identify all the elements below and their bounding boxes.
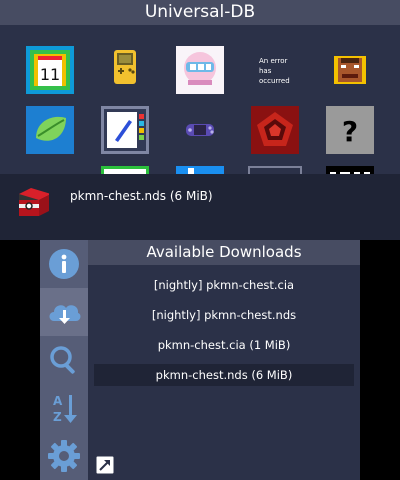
sidebar-item-info[interactable]	[40, 240, 88, 288]
download-item[interactable]: [nightly] pkmn-chest.nds	[94, 304, 354, 326]
selected-app-caption: pkmn-chest.nds (6 MiB)	[70, 189, 213, 203]
sidebar: A Z	[40, 240, 88, 480]
app-tile-calendar[interactable]: 11	[26, 46, 74, 94]
svg-text:Z: Z	[53, 410, 62, 424]
external-link-icon	[96, 456, 114, 474]
cloud-download-icon	[49, 305, 81, 324]
external-link-button[interactable]	[96, 456, 114, 474]
question-mark: ?	[342, 115, 358, 148]
calendar-number: 11	[40, 65, 60, 84]
sidebar-item-settings[interactable]	[40, 432, 88, 480]
green-border-icon	[101, 166, 149, 174]
gear-icon	[48, 440, 80, 472]
app-tile-leaf[interactable]	[26, 106, 74, 154]
svg-text:A: A	[53, 394, 63, 408]
app-tile-pink-logo[interactable]	[176, 46, 224, 94]
doom-face-icon	[334, 56, 366, 84]
download-item[interactable]: pkmn-chest.cia (1 MiB)	[94, 334, 354, 356]
calendar-icon: 11	[26, 46, 74, 94]
app-grid: 11 An error has occurred ?	[0, 40, 400, 174]
error-tile-text: An error has occurred	[259, 57, 290, 85]
sidebar-item-downloads[interactable]	[40, 288, 88, 336]
pkmn-chest-icon	[17, 186, 51, 222]
dark-app-icon	[248, 166, 302, 174]
app-tile-gba[interactable]	[176, 106, 224, 154]
blue-app-icon	[176, 166, 224, 174]
downloads-list: [nightly] pkmn-chest.cia [nightly] pkmn-…	[88, 266, 360, 386]
search-icon	[50, 346, 75, 374]
bottom-screen: A Z Available Downloads [nightly] pkmn-c…	[40, 240, 360, 480]
black-app-icon	[326, 166, 374, 174]
download-item[interactable]: [nightly] pkmn-chest.cia	[94, 274, 354, 296]
downloads-panel-title: Available Downloads	[88, 240, 360, 265]
app-tile-error[interactable]: An error has occurred	[251, 46, 299, 94]
app-tile-pentagon[interactable]	[251, 106, 299, 154]
download-item-selected[interactable]: pkmn-chest.nds (6 MiB)	[94, 364, 354, 386]
pink-app-icon	[176, 46, 224, 94]
sort-az-icon: A Z	[53, 394, 77, 424]
app-tile-row3-3[interactable]	[248, 166, 302, 174]
selected-app-caption-bar: pkmn-chest.nds (6 MiB)	[0, 174, 400, 240]
app-title: Universal-DB	[0, 0, 400, 25]
app-tile-paint[interactable]	[101, 106, 149, 154]
sidebar-item-sort[interactable]: A Z	[40, 384, 88, 432]
gameboy-color-icon	[114, 50, 136, 84]
top-screen: Universal-DB 11 An error has occurred ? …	[0, 0, 400, 240]
app-tile-gameboy[interactable]	[101, 46, 149, 94]
leaf-icon	[26, 106, 74, 154]
app-tile-doom-face[interactable]	[326, 46, 374, 94]
app-tile-row3-4[interactable]	[326, 166, 374, 174]
app-tile-row3-2[interactable]	[176, 166, 224, 174]
paint-icon	[101, 106, 149, 154]
sidebar-item-search[interactable]	[40, 336, 88, 384]
pentagon-icon	[251, 106, 299, 154]
app-tile-unknown[interactable]: ?	[326, 106, 374, 154]
info-icon	[49, 249, 79, 279]
gameboy-advance-icon	[186, 124, 214, 136]
question-mark-icon: ?	[326, 106, 374, 154]
app-tile-row3-1[interactable]	[101, 166, 149, 174]
